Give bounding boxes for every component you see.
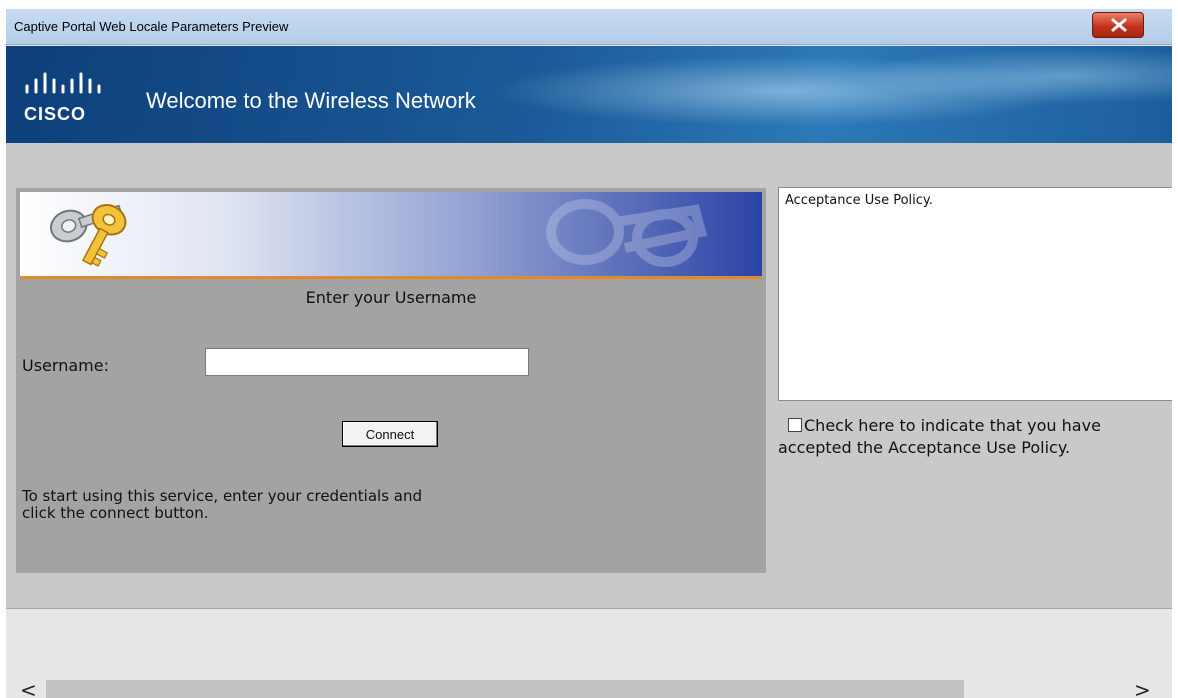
acceptance-policy-textarea[interactable]: Acceptance Use Policy. [778,187,1172,401]
title-bar[interactable]: Captive Portal Web Locale Parameters Pre… [6,9,1172,45]
instructions-text: To start using this service, enter your … [22,487,423,522]
connect-button[interactable]: Connect [342,421,438,447]
close-button[interactable] [1092,12,1144,38]
username-input[interactable] [205,348,529,376]
policy-checkbox-label: Check here to indicate that you have acc… [778,416,1101,457]
scrollbar-thumb[interactable] [46,680,964,698]
scroll-right-icon[interactable]: > [1134,678,1151,698]
keys-icon [49,204,127,267]
portal-content: Enter your Username Username: Connect To… [6,143,1172,609]
keys-watermark-icon [546,199,708,267]
panel-heading: Enter your Username [305,288,477,307]
username-label: Username: [22,356,109,375]
close-x-icon [1111,18,1127,32]
cisco-wordmark: CISCO [24,104,87,124]
horizontal-scrollbar[interactable]: < > [6,676,1172,698]
window-title: Captive Portal Web Locale Parameters Pre… [14,19,289,34]
login-panel: Enter your Username Username: Connect To… [16,188,766,573]
banner-title: Welcome to the Wireless Network [146,88,476,113]
welcome-banner: CISCO Welcome to the Wireless Network [6,46,1172,143]
policy-accept-checkbox[interactable] [788,418,802,432]
cisco-logo-icon [25,72,101,94]
scroll-left-icon[interactable]: < [20,678,37,698]
login-header [20,192,762,279]
policy-acceptance-row: Check here to indicate that you have acc… [778,415,1172,459]
policy-text: Acceptance Use Policy. [785,193,933,208]
preview-window: Captive Portal Web Locale Parameters Pre… [6,9,1172,698]
